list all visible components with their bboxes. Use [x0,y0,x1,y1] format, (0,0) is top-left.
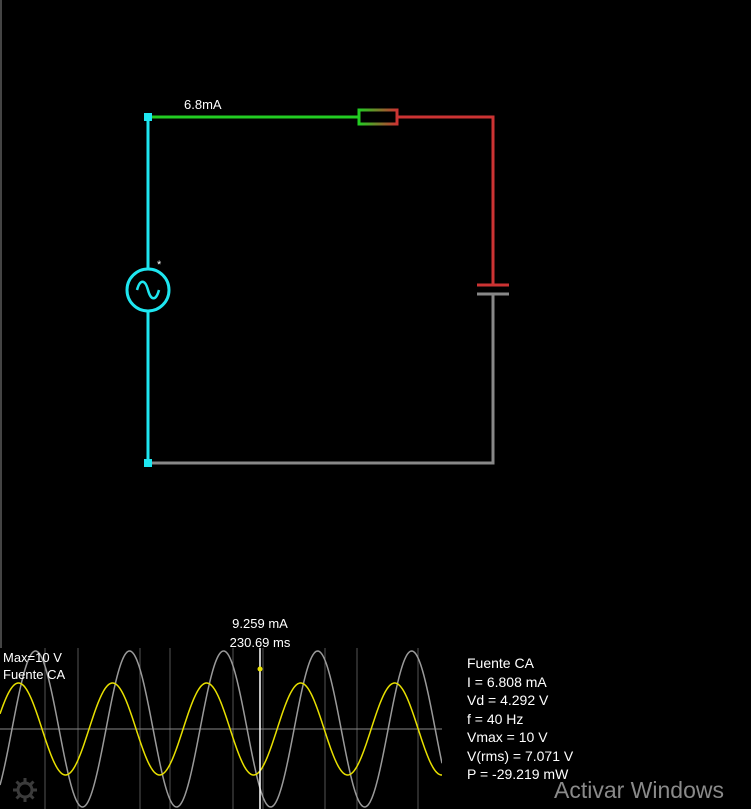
capacitor[interactable] [477,283,509,296]
element-info-panel: Fuente CA I = 6.808 mA Vd = 4.292 V f = … [467,654,573,784]
info-frequency: f = 40 Hz [467,710,524,727]
info-vrms: V(rms) = 7.071 V [467,747,574,764]
gear-icon[interactable] [12,777,38,803]
ac-source[interactable] [125,267,171,313]
right-wire-upper[interactable] [397,115,495,284]
scope-cursor-readout: 9.259 mA 230.69 ms [208,614,312,652]
node-bottom-left[interactable] [144,459,152,467]
scope-max-label: Max=10 V [3,650,62,665]
sine-icon [135,280,161,300]
cursor-current-value: 9.259 mA [232,616,288,631]
info-current: I = 6.808 mA [467,673,547,690]
cursor-time-value: 230.69 ms [229,635,291,650]
info-vmax: Vmax = 10 V [467,729,548,745]
scope-cursor-dot [257,666,263,672]
scope-plot[interactable] [0,648,442,809]
info-title: Fuente CA [467,655,534,671]
bottom-wire[interactable] [148,295,495,465]
source-marker: * [157,259,162,271]
scope-name-label: Fuente CA [3,667,66,682]
circuit-canvas[interactable]: * [0,0,751,640]
simulator-app: * 6.8mA 9.259 mA 230.69 ms Max=10 V Fuen… [0,0,751,809]
wire-current-label: 6.8mA [184,97,222,112]
info-vd: Vd = 4.292 V [467,692,549,708]
resistor[interactable] [357,108,399,126]
windows-activation-watermark: Activar Windows [554,777,724,803]
node-top-left[interactable] [144,113,152,121]
